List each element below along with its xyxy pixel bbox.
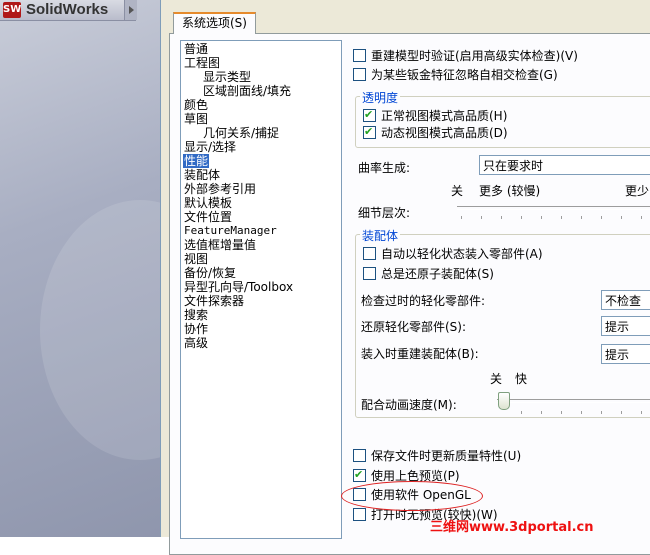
update-mass-props-checkbox[interactable]: 保存文件时更新质量特性(U) bbox=[353, 448, 521, 464]
lod-slider[interactable] bbox=[457, 206, 650, 210]
app-title: SolidWorks bbox=[26, 1, 109, 18]
slider-tick bbox=[621, 216, 622, 219]
transparency-group-title: 透明度 bbox=[360, 89, 401, 106]
slider-tick bbox=[641, 411, 642, 414]
checkbox-box[interactable] bbox=[353, 467, 366, 483]
desktop-background bbox=[0, 0, 240, 537]
tree-item-external-refs[interactable]: 外部参考引用 bbox=[184, 182, 256, 196]
slider-tick bbox=[561, 216, 562, 219]
slider-tick bbox=[521, 411, 522, 414]
app-titlebar: SW SolidWorks bbox=[0, 0, 137, 21]
checkbox-box[interactable] bbox=[363, 267, 376, 280]
tree-item-display-selection[interactable]: 显示/选择 bbox=[184, 140, 236, 154]
lod-more-label: 更多 (较慢) bbox=[479, 184, 541, 198]
tree-item-advanced[interactable]: 高级 bbox=[184, 336, 208, 350]
ignore-self-intersect-label: 为某些钣金特征忽略自相交检查(G) bbox=[371, 68, 558, 82]
anim-off-label: 关 bbox=[490, 372, 503, 386]
slider-tick bbox=[461, 216, 462, 219]
rebuild-on-load-select[interactable]: 提示 bbox=[601, 344, 650, 364]
tree-item-view[interactable]: 视图 bbox=[184, 252, 208, 266]
options-dialog: 系统选项(S) 普通 工程图 显示类型 区域剖面线/填充 颜色 草图 几何关系/… bbox=[160, 0, 650, 555]
slider-tick bbox=[621, 411, 622, 414]
checkbox-box[interactable] bbox=[353, 449, 366, 462]
tree-item-search[interactable]: 搜索 bbox=[184, 308, 208, 322]
assembly-group-title: 装配体 bbox=[360, 227, 401, 244]
normal-view-hq-checkbox[interactable]: 正常视图模式高品质(H) bbox=[363, 107, 508, 124]
tree-item-file-locations[interactable]: 文件位置 bbox=[184, 210, 232, 224]
watermark: 三维网www.3dportal.cn bbox=[430, 520, 594, 535]
update-mass-props-label: 保存文件时更新质量特性(U) bbox=[371, 449, 522, 463]
slider-tick bbox=[561, 411, 562, 414]
always-resolve-checkbox[interactable]: 总是还原子装配体(S) bbox=[363, 266, 494, 282]
auto-lightweight-label: 自动以轻化状态装入零部件(A) bbox=[381, 247, 543, 261]
slider-tick bbox=[581, 216, 582, 219]
rebuild-on-load-label: 装入时重建装配体(B): bbox=[361, 347, 479, 361]
tree-item-featuremanager[interactable]: FeatureManager bbox=[184, 224, 277, 238]
slider-tick bbox=[481, 216, 482, 219]
tree-item-default-templates[interactable]: 默认模板 bbox=[184, 196, 232, 210]
tree-item-spin-increments[interactable]: 选值框增量值 bbox=[184, 238, 256, 252]
tree-item-collaboration[interactable]: 协作 bbox=[184, 322, 208, 336]
check-outdated-label: 检查过时的轻化零部件: bbox=[361, 294, 486, 308]
solidworks-logo-icon: SW bbox=[3, 2, 21, 18]
checkbox-box[interactable] bbox=[353, 68, 366, 81]
mate-anim-label: 配合动画速度(M): bbox=[361, 398, 457, 412]
curvature-select[interactable]: 只在要求时 bbox=[479, 155, 650, 175]
anim-fast-label: 快 bbox=[515, 372, 528, 386]
dynamic-view-hq-checkbox[interactable]: 动态视图模式高品质(D) bbox=[363, 124, 508, 141]
red-annotation-ellipse bbox=[341, 481, 483, 511]
tree-item-backup[interactable]: 备份/恢复 bbox=[184, 266, 236, 280]
tree-item-performance[interactable]: 性能 bbox=[183, 154, 210, 168]
tab-system-options[interactable]: 系统选项(S) bbox=[173, 12, 256, 34]
ignore-self-intersect-checkbox[interactable]: 为某些钣金特征忽略自相交检查(G) bbox=[353, 67, 558, 83]
tree-item-file-explorer[interactable]: 文件探索器 bbox=[184, 294, 244, 308]
slider-tick bbox=[521, 216, 522, 219]
tree-item-sketch[interactable]: 草图 bbox=[184, 112, 208, 126]
slider-tick bbox=[641, 216, 642, 219]
slider-tick bbox=[581, 411, 582, 414]
slider-tick bbox=[541, 216, 542, 219]
tree-item-hole-wizard[interactable]: 异型孔向导/Toolbox bbox=[184, 280, 293, 294]
slider-tick bbox=[601, 216, 602, 219]
tree-item-drawings[interactable]: 工程图 bbox=[184, 56, 220, 70]
slider-tick bbox=[601, 411, 602, 414]
checkbox-box[interactable] bbox=[353, 508, 366, 521]
tree-item-hatch[interactable]: 区域剖面线/填充 bbox=[203, 84, 291, 98]
resolve-lightweight-select[interactable]: 提示 bbox=[601, 316, 650, 336]
tree-item-assemblies[interactable]: 装配体 bbox=[184, 168, 220, 182]
always-resolve-label: 总是还原子装配体(S) bbox=[381, 267, 494, 281]
checkbox-box[interactable] bbox=[363, 124, 376, 140]
lod-less-label: 更少 bbox=[625, 184, 650, 198]
check-outdated-select[interactable]: 不检查 bbox=[601, 290, 650, 310]
auto-lightweight-checkbox[interactable]: 自动以轻化状态装入零部件(A) bbox=[363, 246, 543, 262]
lod-label: 细节层次: bbox=[358, 206, 411, 220]
resolve-lightweight-label: 还原轻化零部件(S): bbox=[361, 320, 467, 334]
tree-item-general[interactable]: 普通 bbox=[184, 42, 208, 56]
verify-rebuild-label: 重建模型时验证(启用高级实体检查)(V) bbox=[371, 49, 578, 63]
tree-item-display-type[interactable]: 显示类型 bbox=[203, 70, 251, 84]
verify-rebuild-checkbox[interactable]: 重建模型时验证(启用高级实体检查)(V) bbox=[353, 48, 578, 64]
normal-view-hq-label: 正常视图模式高品质(H) bbox=[381, 109, 508, 123]
checkbox-box[interactable] bbox=[353, 49, 366, 62]
slider-tick bbox=[501, 216, 502, 219]
tree-item-colors[interactable]: 颜色 bbox=[184, 98, 208, 112]
checkbox-box[interactable] bbox=[363, 247, 376, 260]
mate-anim-slider-thumb[interactable] bbox=[498, 392, 510, 410]
lod-off-label: 关 bbox=[451, 184, 464, 198]
dynamic-view-hq-label: 动态视图模式高品质(D) bbox=[381, 126, 508, 140]
tree-item-relations[interactable]: 几何关系/捕捉 bbox=[203, 126, 279, 140]
checkbox-box[interactable] bbox=[363, 107, 376, 123]
curvature-label: 曲率生成: bbox=[358, 161, 411, 175]
slider-tick bbox=[541, 411, 542, 414]
expand-arrow-icon[interactable] bbox=[124, 0, 137, 20]
mate-anim-slider[interactable] bbox=[497, 399, 650, 403]
options-tree[interactable]: 普通 工程图 显示类型 区域剖面线/填充 颜色 草图 几何关系/捕捉 显示/选择… bbox=[180, 40, 342, 539]
